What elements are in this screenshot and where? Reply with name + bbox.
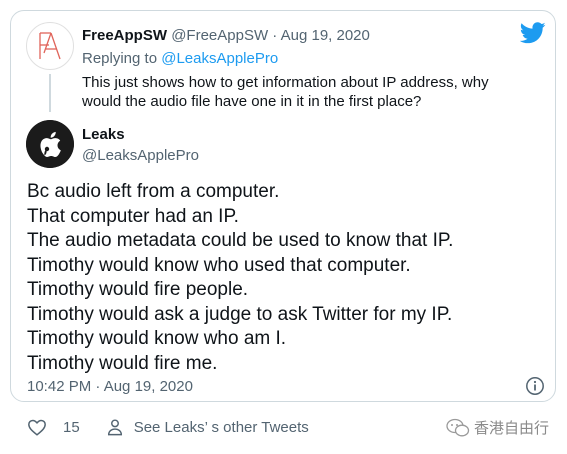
- apple-logo-icon: [26, 120, 74, 168]
- tweet-line: Timothy would fire me.: [27, 352, 218, 374]
- tweet-line: Timothy would fire people.: [27, 279, 249, 300]
- reply-author-name[interactable]: FreeAppSW: [82, 27, 167, 44]
- watermark: 香港自由行: [446, 417, 549, 438]
- tweet-line: Timothy would know who used that compute…: [27, 254, 411, 276]
- main-author-name[interactable]: Leaks: [82, 126, 125, 143]
- reply-author-handle[interactable]: @FreeAppSW: [171, 27, 268, 44]
- reply-text-line: would the audio file have one in it in t…: [82, 93, 422, 110]
- tweet-actions: 15 See Leaks’ s other Tweets: [27, 418, 309, 436]
- reply-header: FreeAppSW @FreeAppSW · Aug 19, 2020: [82, 27, 370, 44]
- reply-tweet-text: This just shows how to get information a…: [82, 73, 542, 111]
- tweet-line: Bc audio left from a computer.: [27, 181, 280, 202]
- see-other-tweets-link[interactable]: See Leaks’ s other Tweets: [134, 419, 309, 436]
- wechat-icon: [446, 418, 470, 436]
- tweet-timestamp[interactable]: 10:42 PM · Aug 19, 2020: [27, 378, 193, 395]
- watermark-text: 香港自由行: [474, 420, 550, 437]
- replying-to: Replying to @LeaksApplePro: [82, 50, 278, 67]
- main-tweet-text: Bc audio left from a computer. That comp…: [27, 180, 453, 376]
- like-count: 15: [63, 418, 80, 436]
- heart-icon[interactable]: [27, 418, 47, 436]
- freeappsw-avatar[interactable]: [26, 22, 74, 70]
- info-icon[interactable]: [525, 376, 545, 396]
- reply-text-line: This just shows how to get information a…: [82, 74, 489, 91]
- separator-dot: ·: [272, 27, 278, 44]
- tweet-line: That computer had an IP.: [27, 205, 239, 227]
- freeappsw-logo-icon: [39, 32, 61, 60]
- replying-prefix: Replying to: [82, 50, 158, 67]
- person-icon: [107, 419, 122, 436]
- leaks-avatar[interactable]: [26, 120, 74, 168]
- tweet-line: Timothy would ask a judge to ask Twitter…: [27, 303, 453, 325]
- thread-line: [49, 74, 51, 112]
- reply-date[interactable]: Aug 19, 2020: [281, 27, 370, 44]
- tweet-line: The audio metadata could be used to know…: [27, 230, 454, 251]
- twitter-bird-icon[interactable]: [520, 22, 546, 44]
- main-author-handle[interactable]: @LeaksApplePro: [82, 147, 199, 164]
- tweet-line: Timothy would know who am I.: [27, 328, 287, 349]
- replying-handle-link[interactable]: @LeaksApplePro: [161, 50, 278, 67]
